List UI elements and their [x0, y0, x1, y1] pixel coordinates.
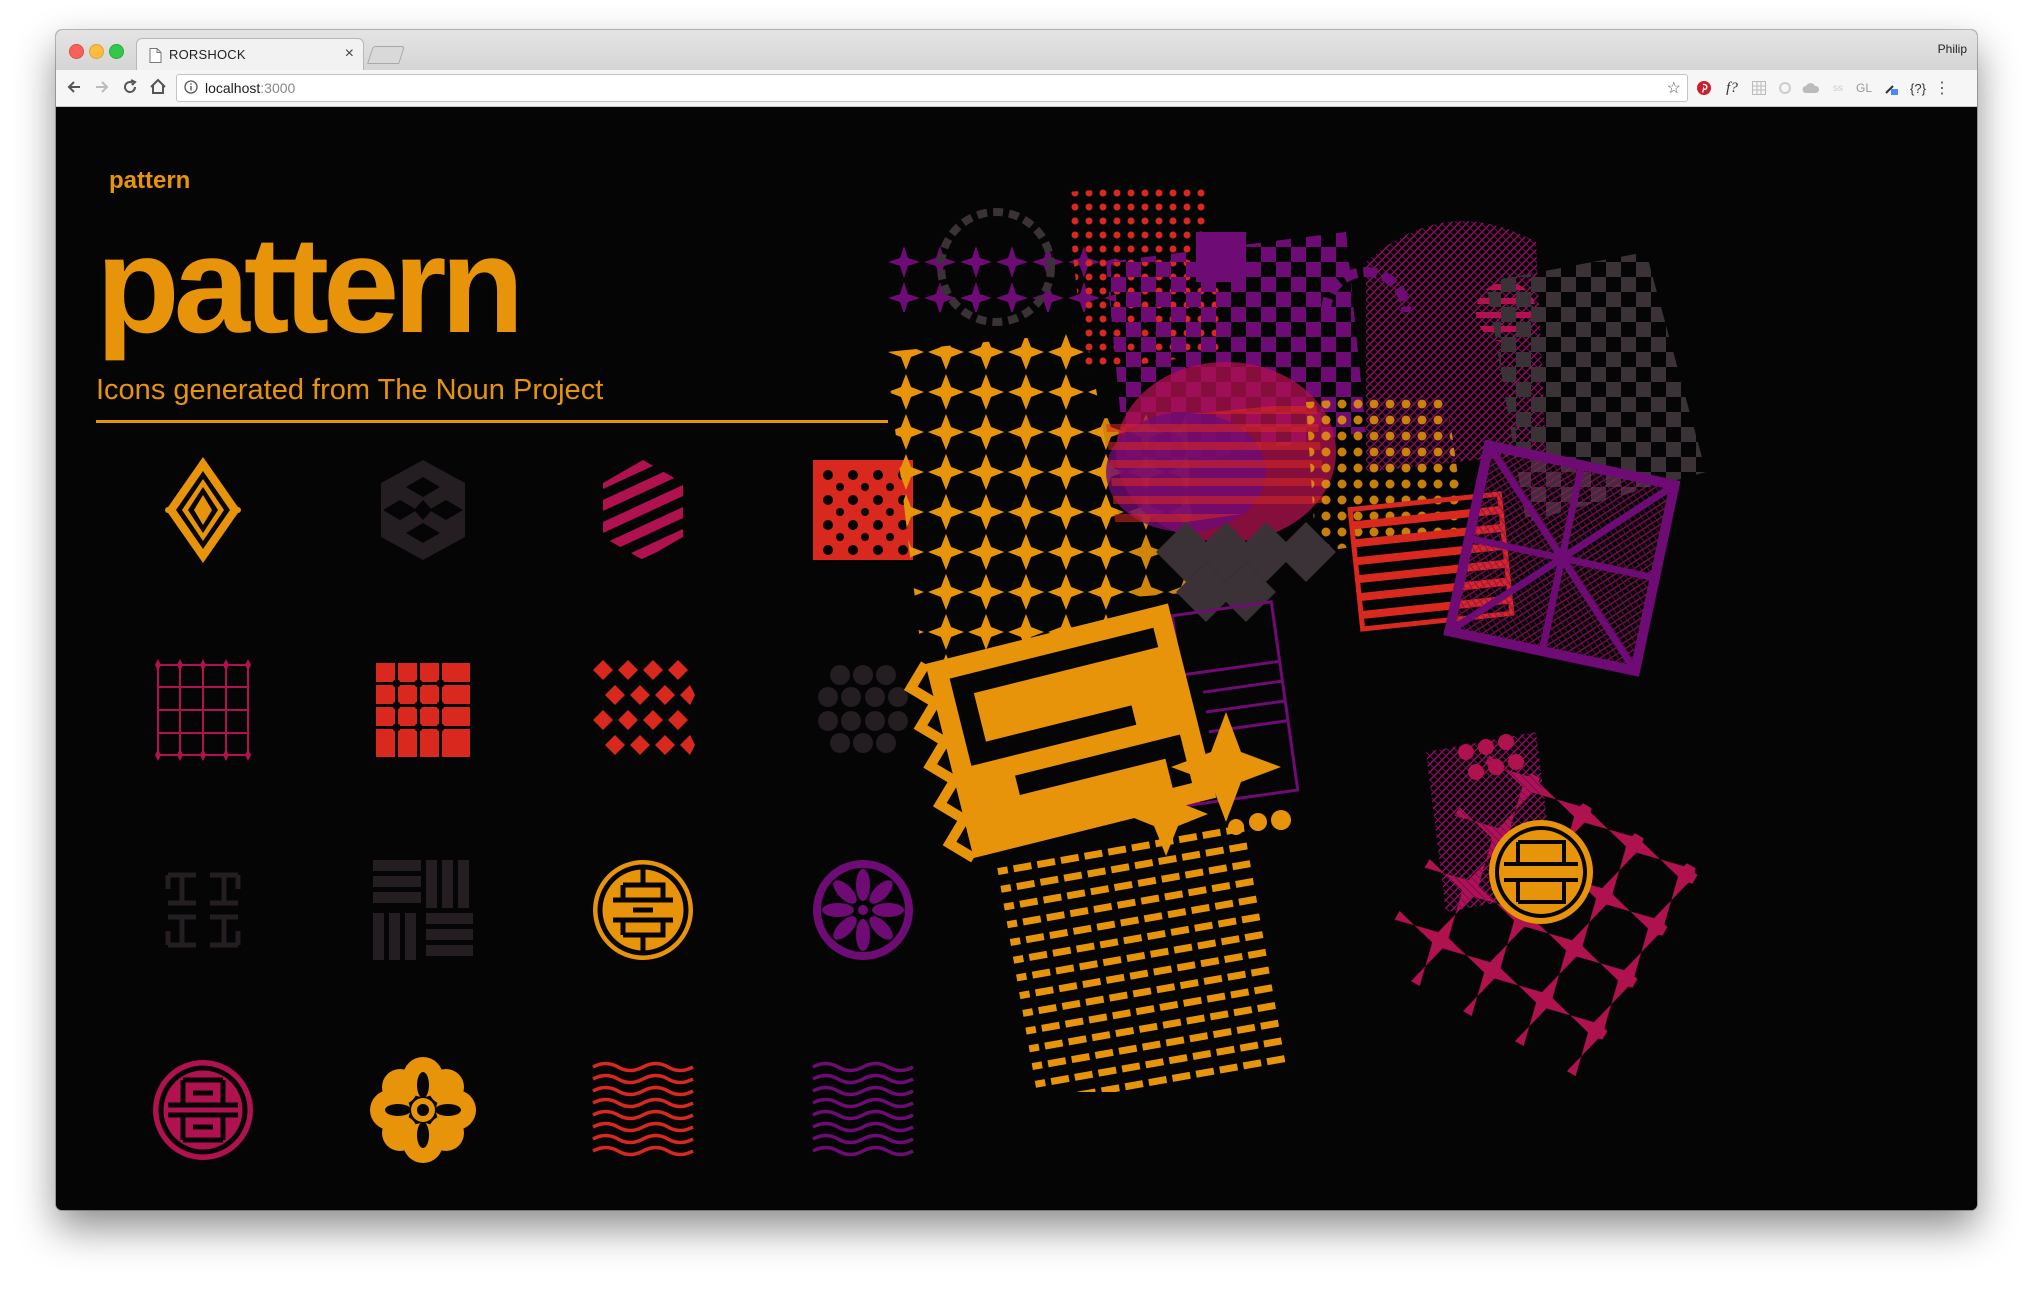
chinese-medallion-icon[interactable]: [588, 855, 698, 965]
json-extension[interactable]: {?}: [1906, 79, 1930, 97]
forward-arrow-icon[interactable]: [92, 77, 112, 97]
eyedropper-icon[interactable]: [1881, 79, 1901, 97]
ss-extension[interactable]: ss: [1828, 79, 1848, 97]
browser-toolbar: localhost:3000 ☆ f? ss GL {?} ⋮: [56, 70, 1977, 107]
diamond-grid-pattern-icon[interactable]: [588, 655, 698, 765]
maximize-window-button[interactable]: [109, 44, 124, 59]
new-tab-button[interactable]: [367, 46, 405, 64]
title-bar: RORSHOCK × Philip: [56, 30, 1977, 71]
pinterest-icon[interactable]: [1694, 79, 1714, 97]
minimize-window-button[interactable]: [89, 44, 104, 59]
url-text: localhost:3000: [205, 80, 295, 96]
url-port: :3000: [260, 80, 296, 96]
bookmark-star-icon[interactable]: ☆: [1667, 78, 1681, 98]
bracket-maze-icon[interactable]: [148, 855, 258, 965]
striped-hexagon-icon[interactable]: [588, 455, 698, 565]
sync-icon[interactable]: [1776, 79, 1794, 97]
document-icon: [149, 48, 162, 63]
browser-window: RORSHOCK × Philip localhost:3000 ☆ f? ss…: [56, 30, 1977, 1210]
tab-title: RORSHOCK: [169, 47, 246, 62]
menu-icon[interactable]: ⋮: [1934, 79, 1950, 97]
reload-icon[interactable]: [120, 77, 140, 97]
back-arrow-icon[interactable]: [64, 77, 84, 97]
page-content: pattern pattern Icons generated from The…: [56, 107, 1977, 1210]
basket-weave-icon[interactable]: [368, 855, 478, 965]
pattern-collage[interactable]: [886, 172, 1816, 1092]
address-bar[interactable]: localhost:3000 ☆: [176, 74, 1688, 102]
browser-tab[interactable]: RORSHOCK ×: [136, 38, 364, 71]
close-window-button[interactable]: [69, 44, 84, 59]
profile-name[interactable]: Philip: [1938, 42, 1967, 56]
grid-icon[interactable]: [1750, 79, 1768, 97]
cloud-icon[interactable]: [1801, 79, 1821, 97]
shou-medallion-icon[interactable]: [148, 1055, 258, 1165]
tab-close-icon[interactable]: ×: [345, 45, 354, 63]
plus-grid-pattern-icon[interactable]: [148, 655, 258, 765]
url-host: localhost: [205, 80, 261, 96]
home-icon[interactable]: [148, 77, 168, 97]
diamond-pattern-icon[interactable]: [148, 455, 258, 565]
gl-extension[interactable]: GL: [1853, 79, 1875, 97]
font-finder-extension[interactable]: f?: [1720, 79, 1744, 97]
red-wave-lines-icon[interactable]: [588, 1055, 698, 1165]
info-icon[interactable]: [184, 80, 198, 94]
hexagon-cube-pattern-icon[interactable]: [368, 455, 478, 565]
flower-icon[interactable]: [368, 1055, 478, 1165]
cross-tile-pattern-icon[interactable]: [368, 655, 478, 765]
